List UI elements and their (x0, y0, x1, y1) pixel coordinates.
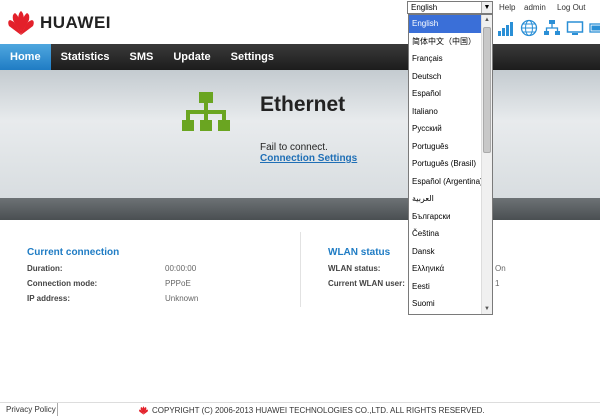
nav-item-settings[interactable]: Settings (221, 44, 284, 70)
language-option[interactable]: Русский (409, 120, 482, 138)
nav-item-home[interactable]: Home (0, 44, 51, 70)
language-option[interactable]: Ελληνικά (409, 260, 482, 278)
current-connection-title: Current connection (27, 247, 120, 258)
network-icon (544, 20, 560, 35)
globe-icon (520, 19, 538, 37)
connection-type-title: Ethernet (260, 93, 346, 116)
scroll-up-icon[interactable]: ▲ (482, 15, 492, 25)
battery-icon (589, 23, 600, 33)
wlan-status-label: WLAN status: (328, 264, 381, 273)
wlan-status-value: On (495, 264, 506, 273)
nav-item-statistics[interactable]: Statistics (51, 44, 120, 70)
wlan-user-label: Current WLAN user: (328, 279, 405, 288)
section-divider (300, 232, 301, 307)
admin-link[interactable]: admin (524, 3, 546, 12)
footer-divider (0, 402, 600, 403)
connection-mode-value: PPPoE (165, 279, 191, 288)
hero-footer-bar (0, 198, 600, 220)
privacy-policy-link[interactable]: Privacy Policy (6, 405, 56, 414)
language-option[interactable]: Español (409, 85, 482, 103)
huawei-small-logo-icon (139, 406, 148, 415)
monitor-icon (566, 21, 584, 35)
language-select-value: English (411, 3, 438, 12)
language-option[interactable]: Eesti (409, 278, 482, 296)
main-nav: Home Statistics SMS Update Settings (0, 44, 600, 70)
signal-icon (498, 22, 513, 36)
language-select[interactable]: English ▼ (407, 1, 493, 14)
language-option[interactable]: Deutsch (409, 68, 482, 86)
connection-hero (0, 70, 600, 198)
copyright: COPYRIGHT (C) 2006-2013 HUAWEI TECHNOLOG… (138, 406, 485, 415)
help-link[interactable]: Help (499, 3, 515, 12)
dropdown-scrollbar[interactable]: ▲ ▼ (481, 15, 492, 314)
connection-mode-label: Connection mode: (27, 279, 98, 288)
language-option[interactable]: 简体中文（中国） (409, 33, 482, 51)
chevron-down-icon[interactable]: ▼ (481, 2, 492, 13)
footer-separator (57, 403, 58, 416)
status-icons (497, 19, 600, 37)
connection-settings-link[interactable]: Connection Settings (260, 153, 357, 164)
language-option[interactable]: Dansk (409, 243, 482, 261)
language-option[interactable]: Български (409, 208, 482, 226)
copyright-text: COPYRIGHT (C) 2006-2013 HUAWEI TECHNOLOG… (152, 406, 485, 415)
wlan-user-value: 1 (495, 279, 500, 288)
duration-label: Duration: (27, 264, 63, 273)
language-option[interactable]: Italiano (409, 103, 482, 121)
header: HUAWEI English ▼ Help admin Log Out (0, 0, 600, 44)
duration-value: 00:00:00 (165, 264, 197, 273)
brand-name: HUAWEI (40, 13, 111, 32)
language-options: English 简体中文（中国） Français Deutsch Español Ita… (409, 15, 483, 313)
connection-status-text: Fail to connect. (260, 142, 328, 153)
language-option[interactable]: Português (409, 138, 482, 156)
nav-item-update[interactable]: Update (163, 44, 220, 70)
logout-link[interactable]: Log Out (557, 3, 585, 12)
nav-item-sms[interactable]: SMS (119, 44, 163, 70)
language-option[interactable]: Čeština (409, 225, 482, 243)
scroll-down-icon[interactable]: ▼ (482, 304, 492, 314)
language-option[interactable]: العربية (409, 190, 482, 208)
language-dropdown-list[interactable]: English 简体中文（中国） Français Deutsch Español Ita… (408, 14, 493, 315)
ethernet-icon (182, 92, 230, 131)
scrollbar-thumb[interactable] (483, 27, 491, 153)
wlan-status-title: WLAN status (328, 247, 391, 258)
language-option[interactable]: Português (Brasil) (409, 155, 482, 173)
language-option[interactable]: Suomi (409, 295, 482, 313)
huawei-logo: HUAWEI (6, 10, 111, 36)
ip-address-label: IP address: (27, 294, 70, 303)
ip-address-value: Unknown (165, 294, 199, 303)
language-option[interactable]: English (409, 15, 482, 33)
huawei-logo-icon (8, 11, 34, 35)
language-option[interactable]: Español (Argentina) (409, 173, 483, 191)
language-option[interactable]: Français (409, 50, 482, 68)
